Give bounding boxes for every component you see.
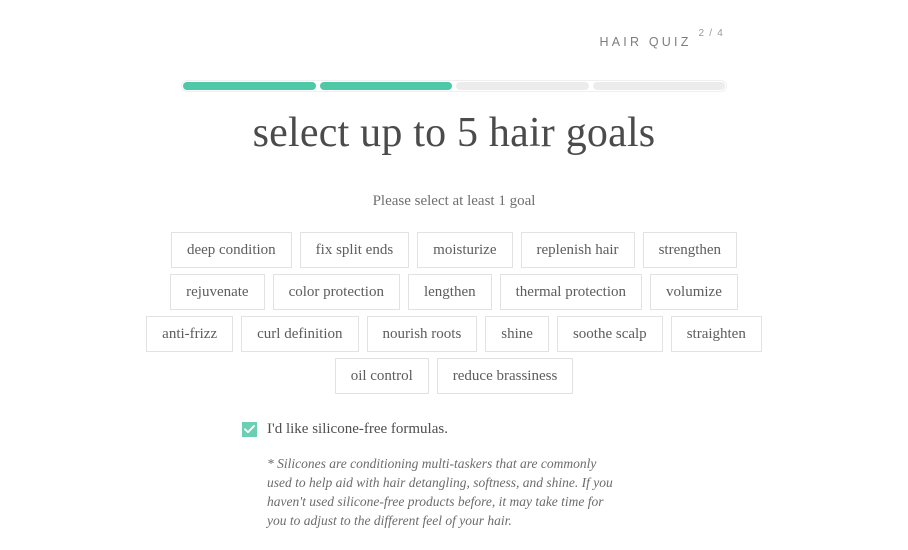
quiz-step-indicator: 2 / 4 [698, 28, 724, 39]
progress-segment-2 [319, 82, 452, 90]
goal-chip[interactable]: moisturize [417, 232, 513, 268]
goal-chip[interactable]: rejuvenate [170, 274, 265, 310]
goal-row: deep condition fix split ends moisturize re… [0, 232, 908, 268]
silicone-free-section: I'd like silicone-free formulas. * Silic… [242, 419, 622, 530]
goal-chip[interactable]: color protection [272, 274, 400, 310]
quiz-header: HAIR QUIZ 2 / 4 [599, 28, 724, 51]
goal-chip[interactable]: thermal protection [499, 274, 643, 310]
goal-chip[interactable]: oil control [334, 358, 429, 394]
goal-row: anti-frizz curl definition nourish roots sh… [0, 316, 908, 352]
checkmark-icon [244, 425, 255, 434]
goal-chip[interactable]: deep condition [170, 232, 292, 268]
goal-chip[interactable]: nourish roots [366, 316, 478, 352]
goal-chip[interactable]: lengthen [407, 274, 492, 310]
page-subtitle: Please select at least 1 goal [372, 193, 536, 209]
goal-chip[interactable]: soothe scalp [556, 316, 663, 352]
progress-segment-4 [592, 82, 725, 90]
goal-row: oil control reduce brassiness [0, 358, 908, 394]
goal-chip[interactable]: replenish hair [520, 232, 635, 268]
goal-chip[interactable]: reduce brassiness [436, 358, 574, 394]
progress-segment-3 [456, 82, 589, 90]
goal-chip[interactable]: anti-frizz [146, 316, 234, 352]
silicone-free-note: * Silicones are conditioning multi-taske… [267, 456, 613, 528]
goal-chip[interactable]: strengthen [642, 232, 738, 268]
silicone-free-checkbox[interactable] [242, 422, 257, 437]
goal-chip[interactable]: volumize [650, 274, 738, 310]
goal-chip[interactable]: straighten [670, 316, 762, 352]
goal-chip[interactable]: curl definition [241, 316, 359, 352]
silicone-free-label: I'd like silicone-free formulas. [267, 421, 448, 437]
progress-segment-1 [183, 82, 316, 90]
silicone-free-row: I'd like silicone-free formulas. [242, 419, 622, 439]
goal-chip[interactable]: fix split ends [299, 232, 410, 268]
progress-bar [181, 80, 727, 92]
quiz-title: HAIR QUIZ [599, 35, 692, 49]
goal-row: rejuvenate color protection lengthen therma… [0, 274, 908, 310]
page-title: select up to 5 hair goals [252, 110, 656, 156]
goal-chip[interactable]: shine [485, 316, 549, 352]
goal-options-list: deep condition fix split ends moisturize re… [0, 232, 908, 400]
